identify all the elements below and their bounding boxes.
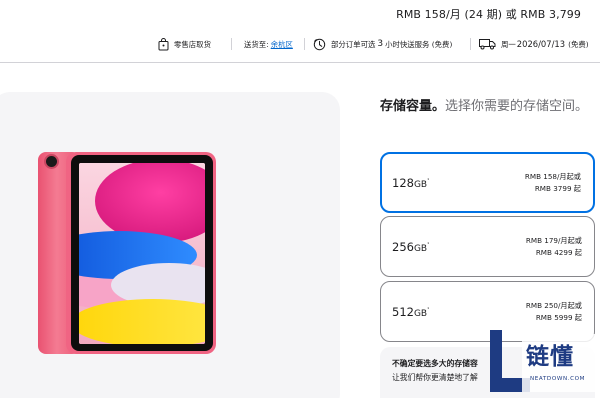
watermark-text: 链懂 <box>526 344 574 370</box>
delivery-location-link[interactable]: 余杭区 <box>271 39 293 50</box>
capacity-label: 256GB¹ <box>392 239 430 254</box>
truck-icon <box>479 39 496 50</box>
price-info: RMB 179/月起或 RMB 4299 起 <box>526 235 582 259</box>
store-bag-icon <box>158 37 169 50</box>
camera-icon <box>44 154 59 169</box>
header-divider <box>0 62 600 63</box>
ipad-screen-wallpaper <box>79 163 205 344</box>
storage-title: 存储容量。选择你需要的存储空间。 <box>380 96 595 117</box>
monthly-price: RMB 179/月起或 <box>525 235 582 245</box>
price-info: RMB 158/月起或 RMB 3799 起 <box>525 171 581 195</box>
full-price: RMB 4299 起 <box>535 247 582 257</box>
delivery-location: 送货至: 余杭区 <box>244 33 293 55</box>
storage-option-256gb[interactable]: 256GB¹ RMB 179/月起或 RMB 4299 起 <box>380 216 595 277</box>
delivery-prefix: 送货至: <box>244 39 269 49</box>
price-info: RMB 250/月起或 RMB 5999 起 <box>526 300 582 324</box>
storage-title-bold: 存储容量。 <box>380 99 446 114</box>
divider <box>231 38 232 50</box>
monthly-price: RMB 250/月起或 <box>525 300 582 310</box>
monthly-price: RMB 158/月起或 <box>524 171 581 181</box>
ship-day: 周一 <box>501 39 516 49</box>
capacity-label: 128GB¹ <box>392 175 430 190</box>
express-text-after: 小时快送服务 (免费) <box>385 39 453 49</box>
help-question: 不确定要选多大的存储容 <box>392 359 478 368</box>
storage-title-rest: 选择你需要的存储空间。 <box>445 99 589 114</box>
divider <box>304 38 305 50</box>
shipping-date-info: 周一 2026/07/13 (免费) <box>479 33 589 55</box>
express-hours: 3 <box>377 39 384 49</box>
storage-option-128gb[interactable]: 128GB¹ RMB 158/月起或 RMB 3799 起 <box>380 152 595 213</box>
watermark-url: NEATDOWN.COM <box>530 376 586 382</box>
full-price: RMB 5999 起 <box>535 312 582 322</box>
pickup-label: 零售店取货 <box>174 39 211 49</box>
express-delivery-info: 部分订单可选 3 小时快送服务 (免费) <box>313 33 452 55</box>
express-text-before: 部分订单可选 <box>331 39 376 49</box>
full-price: RMB 3799 起 <box>534 183 581 193</box>
ship-date: 2026/07/13 <box>516 39 566 49</box>
financing-price-line: RMB 158/月 (24 期) 或 RMB 3,799 <box>396 8 581 21</box>
capacity-label: 512GB¹ <box>392 304 430 319</box>
pickup-option[interactable]: 零售店取货 <box>158 33 211 55</box>
divider <box>470 38 471 50</box>
ship-fee: (免费) <box>568 39 589 49</box>
clock-icon <box>313 38 326 50</box>
delivery-info-bar: 零售店取货 送货至: 余杭区 部分订单可选 3 小时快送服务 (免费) 周一 2… <box>0 33 600 55</box>
help-answer: 让我们帮你更清楚地了解 <box>392 373 478 382</box>
